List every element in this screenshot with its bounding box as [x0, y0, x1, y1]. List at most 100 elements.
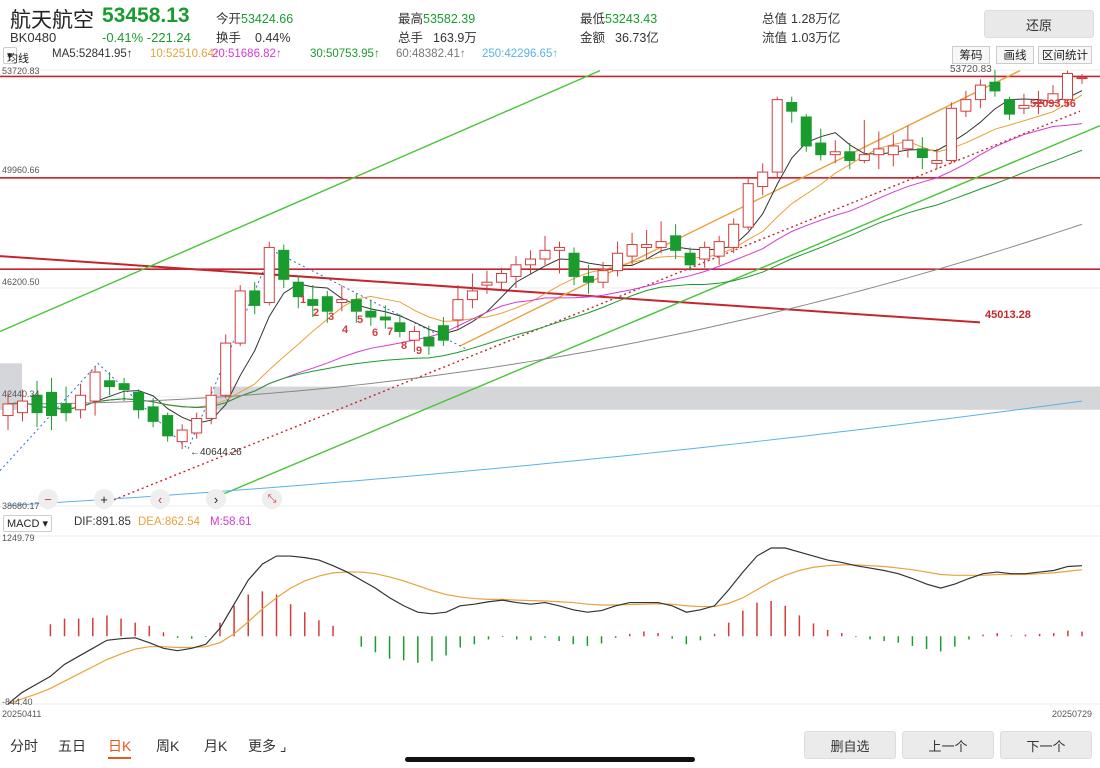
candle-body: [1018, 104, 1030, 109]
macd-selector[interactable]: MACD ▾: [3, 515, 52, 532]
macd-legend-bar: MACD ▾ DIF:891.85 DEA:862.54 M:58.61: [0, 514, 1100, 532]
candle-body: [742, 183, 754, 228]
zoom-out-icon[interactable]: −: [38, 489, 58, 509]
wave-label-9: 9: [416, 345, 423, 357]
stock-code: BK0480: [10, 30, 57, 45]
candle-body: [568, 252, 580, 277]
candle-body: [89, 371, 101, 402]
candle-body: [829, 151, 841, 156]
macd-dif: DIF:891.85: [74, 516, 131, 528]
candle-body: [104, 380, 116, 388]
candle-body: [916, 148, 928, 159]
price-change: -0.41% -221.24: [102, 30, 191, 45]
wave-label-6: 6: [372, 327, 379, 339]
ma-legend-item: 60:48382.41↑: [396, 48, 466, 60]
candle-body: [60, 403, 72, 414]
ma-legend-item: MA5:52841.95↑: [52, 48, 133, 60]
trendline-value-label: 45013.28: [985, 309, 1031, 321]
zoom-in-icon[interactable]: +: [94, 489, 114, 509]
dotted-trendline: [99, 110, 1081, 507]
candle-body: [423, 336, 435, 347]
candle-body: [437, 325, 449, 341]
candle-body: [655, 241, 667, 248]
candle-body: [931, 159, 943, 164]
candle-body: [452, 299, 464, 321]
tab-more[interactable]: 更多 ⌟: [248, 736, 286, 756]
candle-body: [960, 99, 972, 112]
candle-body: [945, 107, 957, 161]
low-stat: 最低53243.43: [580, 12, 658, 26]
fullscreen-icon[interactable]: ⤡: [262, 489, 282, 509]
candle-body: [713, 241, 725, 257]
candle-body: [2, 403, 14, 417]
next-button[interactable]: 下一个: [1000, 731, 1092, 759]
candle-body: [786, 101, 798, 112]
macd-bottom-label: -844.40: [2, 697, 33, 707]
draw-line-button[interactable]: 画线: [996, 46, 1034, 64]
restore-button[interactable]: 还原: [984, 10, 1094, 38]
candle-body: [873, 148, 885, 156]
ma-legend-item: 10:52510.64↑: [150, 48, 220, 60]
macd-dea-line: [7, 564, 1083, 705]
tab-five-day[interactable]: 五日: [58, 736, 86, 756]
candle-body: [887, 145, 899, 156]
remove-watchlist-button[interactable]: 删自选: [804, 731, 896, 759]
current-price: 53458.13: [102, 4, 190, 27]
candle-body: [147, 406, 159, 422]
macd-top-label: 1249.79: [2, 533, 35, 543]
tab-intraday[interactable]: 分时: [10, 736, 38, 756]
macd-chart[interactable]: [0, 532, 1100, 708]
candle-body: [321, 296, 333, 312]
chip-distribution-button[interactable]: 筹码: [952, 46, 990, 64]
wave-label-2: 2: [313, 307, 320, 319]
candle-body: [757, 171, 769, 188]
candle-body: [466, 290, 478, 301]
candle-body: [220, 342, 232, 396]
wave-label-7: 7: [387, 326, 394, 338]
candle-body: [524, 258, 536, 266]
ma-legend-bar: 均线 ▾ MA5:52841.95↑ 10:52510.64↑ 20:51686.8…: [0, 46, 1100, 65]
candle-body: [815, 142, 827, 156]
scroll-left-icon[interactable]: ‹: [150, 489, 170, 509]
line-value-label: 52093.56: [1030, 98, 1076, 110]
candle-body: [554, 246, 566, 251]
range-stats-button[interactable]: 区间统计: [1038, 46, 1092, 64]
wave-label-8: 8: [401, 340, 408, 352]
wave-label-3: 3: [328, 311, 335, 323]
kline-chart[interactable]: [0, 64, 1100, 512]
tab-monthly-k[interactable]: 月K: [204, 736, 227, 756]
candle-body: [191, 417, 203, 434]
candle-body: [350, 299, 362, 312]
candle-body: [249, 290, 261, 306]
candle-body: [858, 154, 870, 161]
candle-body: [1061, 73, 1073, 101]
wave-label-5: 5: [357, 314, 364, 326]
candle-body: [118, 383, 130, 390]
previous-button[interactable]: 上一个: [902, 731, 994, 759]
candle-body: [46, 391, 58, 417]
candle-body: [1003, 99, 1015, 115]
candle-body: [612, 252, 624, 272]
ma-selector[interactable]: 均线 ▾: [3, 47, 29, 65]
candle-body: [205, 394, 217, 419]
candle-body: [728, 223, 740, 248]
candle-body: [133, 391, 145, 411]
home-indicator: [405, 757, 695, 762]
candle-body: [307, 299, 319, 306]
candle-body: [495, 273, 507, 283]
candle-body: [974, 84, 986, 101]
scroll-right-icon[interactable]: ›: [206, 489, 226, 509]
wave-label-1: 1: [300, 294, 307, 306]
candle-body: [510, 264, 522, 277]
float-cap-stat: 流值 1.03万亿: [762, 31, 841, 45]
candle-body: [481, 281, 493, 286]
ma-legend-item: 30:50753.95↑: [310, 48, 380, 60]
end-date: 20250729: [1052, 709, 1093, 719]
tab-daily-k[interactable]: 日K: [108, 736, 132, 759]
y-label-4: 42440.34: [2, 389, 40, 399]
stock-kline-screen: 航天航空 BK0480 53458.13 -0.41% -221.24 今开53…: [0, 0, 1100, 768]
tab-weekly-k[interactable]: 周K: [156, 736, 179, 756]
candle-body: [699, 246, 711, 260]
ma-legend-item: 250:42296.65↑: [482, 48, 559, 60]
candle-body: [597, 270, 609, 283]
